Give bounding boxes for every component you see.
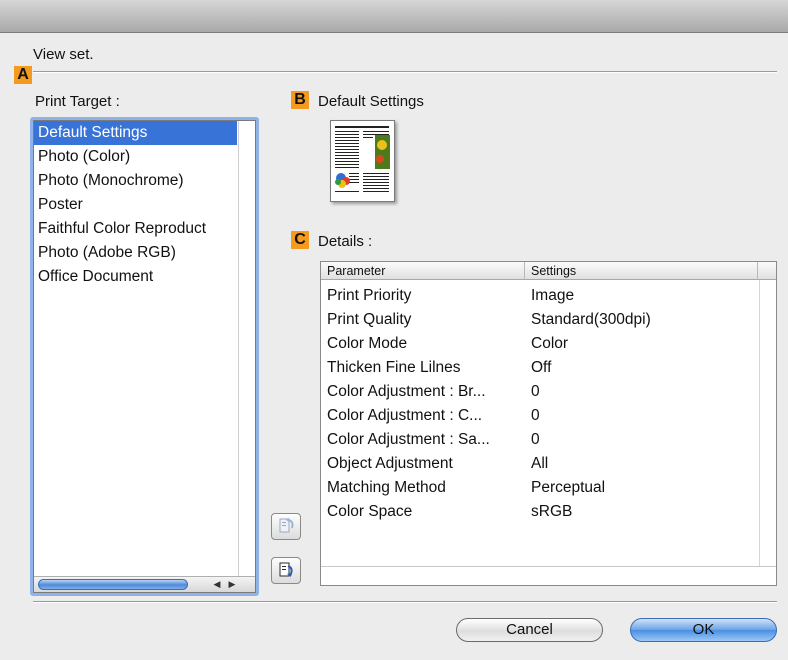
table-row[interactable]: Thicken Fine Lilnes Off bbox=[321, 356, 761, 380]
parameter-cell: Thicken Fine Lilnes bbox=[327, 359, 461, 376]
list-horizontal-scrollbar[interactable]: ◀ ▶ bbox=[34, 576, 255, 592]
restore-settings-button[interactable] bbox=[271, 513, 301, 540]
marker-a: A bbox=[14, 66, 32, 84]
print-target-item[interactable]: Photo (Color) bbox=[34, 145, 237, 169]
setting-cell: Perceptual bbox=[531, 479, 606, 496]
print-target-item[interactable]: Photo (Adobe RGB) bbox=[34, 241, 237, 265]
ok-button[interactable]: OK bbox=[630, 618, 777, 642]
print-target-item[interactable]: Office Document bbox=[34, 265, 237, 289]
apply-settings-icon bbox=[279, 562, 293, 577]
parameter-cell: Color Adjustment : C... bbox=[327, 407, 483, 424]
column-header-spacer bbox=[758, 262, 776, 280]
preview-page-icon bbox=[335, 126, 390, 192]
setting-cell: Image bbox=[531, 287, 575, 304]
table-vertical-scrollbar[interactable] bbox=[759, 280, 776, 567]
setting-cell: 0 bbox=[531, 407, 540, 424]
setting-cell: 0 bbox=[531, 383, 540, 400]
table-row[interactable]: Color Adjustment : Sa... 0 bbox=[321, 428, 761, 452]
column-header-parameter[interactable]: Parameter bbox=[321, 262, 525, 280]
window-titlebar bbox=[0, 0, 788, 33]
preview-title: Default Settings bbox=[318, 93, 424, 110]
table-row[interactable]: Print Priority Image bbox=[321, 284, 761, 308]
parameter-cell: Color Mode bbox=[327, 335, 408, 352]
section-divider bbox=[33, 71, 777, 73]
print-target-item[interactable]: Photo (Monochrome) bbox=[34, 169, 237, 193]
parameter-cell: Print Quality bbox=[327, 311, 412, 328]
parameter-cell: Object Adjustment bbox=[327, 455, 453, 472]
table-row[interactable]: Color Mode Color bbox=[321, 332, 761, 356]
column-header-settings[interactable]: Settings bbox=[525, 262, 758, 280]
parameter-cell: Color Space bbox=[327, 503, 413, 520]
setting-cell: Standard(300dpi) bbox=[531, 311, 651, 328]
table-row[interactable]: Color Adjustment : C... 0 bbox=[321, 404, 761, 428]
restore-settings-icon bbox=[279, 518, 294, 533]
table-horizontal-scrollbar[interactable] bbox=[321, 566, 776, 585]
marker-c: C bbox=[291, 231, 309, 249]
setting-cell: All bbox=[531, 455, 549, 472]
setting-cell: Color bbox=[531, 335, 569, 352]
setting-cell: 0 bbox=[531, 431, 540, 448]
parameter-cell: Print Priority bbox=[327, 287, 412, 304]
table-row[interactable]: Print Quality Standard(300dpi) bbox=[321, 308, 761, 332]
table-row[interactable]: Object Adjustment All bbox=[321, 452, 761, 476]
cancel-button[interactable]: Cancel bbox=[456, 618, 603, 642]
document-preview-thumbnail bbox=[330, 120, 395, 202]
print-target-item[interactable]: Poster bbox=[34, 193, 237, 217]
scroll-left-arrow-icon[interactable]: ◀ bbox=[210, 578, 224, 590]
parameter-cell: Matching Method bbox=[327, 479, 446, 496]
scroll-right-arrow-icon[interactable]: ▶ bbox=[225, 578, 239, 590]
print-target-list[interactable]: Default Settings Photo (Color) Photo (Mono… bbox=[33, 120, 256, 593]
setting-cell: sRGB bbox=[531, 503, 573, 520]
print-target-item[interactable]: Faithful Color Reproduct bbox=[34, 217, 237, 241]
setting-cell: Off bbox=[531, 359, 552, 376]
table-row[interactable]: Color Adjustment : Br... 0 bbox=[321, 380, 761, 404]
details-label: Details : bbox=[318, 233, 373, 250]
list-vertical-scrollbar[interactable] bbox=[238, 121, 255, 592]
print-target-label: Print Target : bbox=[35, 93, 120, 110]
table-row[interactable]: Matching Method Perceptual bbox=[321, 476, 761, 500]
section-title: View set. bbox=[33, 46, 94, 63]
details-table[interactable]: Parameter Settings Print Priority Image Pr… bbox=[320, 261, 777, 586]
print-target-item[interactable]: Default Settings bbox=[34, 121, 237, 145]
apply-settings-button[interactable] bbox=[271, 557, 301, 584]
parameter-cell: Color Adjustment : Sa... bbox=[327, 431, 490, 448]
footer-divider bbox=[33, 601, 777, 603]
parameter-cell: Color Adjustment : Br... bbox=[327, 383, 486, 400]
table-row[interactable]: Color Space sRGB bbox=[321, 500, 761, 524]
horizontal-scroll-thumb[interactable] bbox=[38, 579, 188, 590]
marker-b: B bbox=[291, 91, 309, 109]
